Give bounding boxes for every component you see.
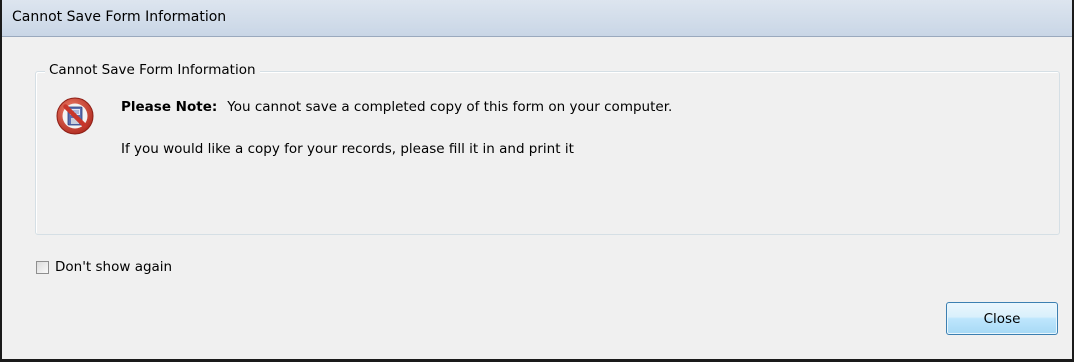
groupbox-legend: Cannot Save Form Information <box>45 62 260 79</box>
secondary-message: If you would like a copy for your record… <box>121 141 574 157</box>
note-label: Please Note: <box>121 99 218 115</box>
dialog-window: Cannot Save Form Information Cannot Save… <box>0 0 1074 362</box>
note-text: You cannot save a completed copy of this… <box>227 99 673 115</box>
dont-show-again-label[interactable]: Don't show again <box>55 259 172 275</box>
close-button[interactable]: Close <box>946 302 1058 335</box>
window-title: Cannot Save Form Information <box>12 9 227 25</box>
title-bar[interactable]: Cannot Save Form Information <box>2 0 1072 37</box>
dont-show-again-checkbox[interactable] <box>36 260 49 274</box>
dont-show-again-option[interactable]: Don't show again <box>36 258 172 276</box>
no-save-prohibited-icon <box>56 97 94 135</box>
note-message: Please Note: You cannot save a completed … <box>121 99 672 115</box>
